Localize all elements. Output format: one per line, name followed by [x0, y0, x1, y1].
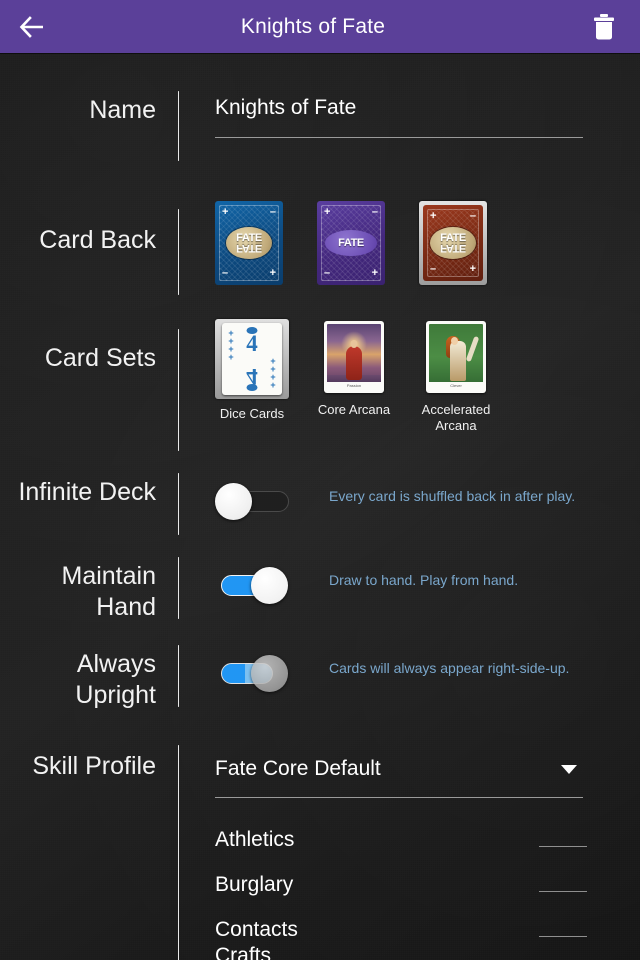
card-back-options: + – – + FATE FATE + – – + FATE + – – + F…: [215, 195, 640, 285]
card-set-art-core-arcana: Passion: [324, 321, 384, 393]
plus-icon: +: [269, 267, 276, 279]
figure: [346, 346, 362, 381]
name-input[interactable]: Knights of Fate: [215, 93, 583, 138]
figure-arm: [466, 335, 480, 362]
row-maintain-hand: Maintain Hand Draw to hand. Play from ha…: [0, 545, 640, 623]
skill-value-input[interactable]: [539, 891, 587, 892]
card-back-art-red: + – – + FATE FATE: [423, 205, 483, 281]
fate-emblem: FATE: [325, 230, 377, 256]
app-bar: Knights of Fate: [0, 0, 640, 53]
card-caption: Passion: [327, 382, 381, 390]
minus-icon: –: [269, 206, 276, 218]
figure: [449, 341, 466, 382]
skill-value-input[interactable]: [539, 846, 587, 847]
card-set-option-core-arcana[interactable]: Passion Core Arcana: [317, 319, 391, 434]
chevron-down-icon: [561, 765, 577, 774]
always-upright-hint: Cards will always appear right-side-up.: [329, 660, 570, 676]
row-card-sets: Card Sets + + + + + + + + 4 4 Dice Cards…: [0, 315, 640, 451]
card-set-thumb-wrap: Clever: [424, 319, 488, 395]
row-infinite-deck: Infinite Deck Every card is shuffled bac…: [0, 461, 640, 535]
settings-screen: Knights of Fate Name Knights of Fate Car…: [0, 0, 640, 960]
skill-name: Athletics: [215, 828, 295, 851]
skill-row: Athletics: [215, 808, 595, 853]
plus-icon: +: [469, 263, 476, 275]
card-back-text-mirror: FATE: [236, 242, 262, 254]
dice-value-mirror: 4: [246, 364, 258, 389]
skill-value-input[interactable]: [539, 936, 587, 937]
always-upright-label: Always Upright: [75, 650, 156, 709]
name-label: Name: [89, 96, 156, 124]
card-set-label: Core Arcana: [317, 402, 391, 417]
skill-name: Crafts: [215, 944, 272, 960]
maintain-hand-toggle[interactable]: [215, 565, 293, 605]
skill-profile-selected-value: Fate Core Default: [215, 757, 381, 780]
always-upright-toggle[interactable]: [215, 653, 293, 693]
skill-name: Burglary: [215, 873, 294, 896]
row-always-upright: Always Upright Cards will always appear …: [0, 633, 640, 711]
core-arcana-art: [327, 324, 381, 390]
page-title: Knights of Fate: [240, 14, 386, 38]
row-name: Name Knights of Fate: [0, 83, 640, 161]
dice-value: 4: [246, 331, 258, 356]
accelerated-arcana-art: [429, 324, 483, 390]
maintain-hand-label: Maintain Hand: [61, 562, 157, 621]
card-back-option-red[interactable]: + – – + FATE FATE: [419, 201, 487, 285]
skill-name: Contacts: [215, 918, 298, 941]
card-sets-options: + + + + + + + + 4 4 Dice Cards Passion C…: [215, 315, 640, 434]
card-set-thumb-wrap: + + + + + + + + 4 4: [215, 319, 289, 399]
maintain-hand-hint: Draw to hand. Play from hand.: [329, 572, 519, 588]
settings-content: Name Knights of Fate Card Back + – – + F…: [0, 83, 640, 960]
card-set-art-accelerated-arcana: Clever: [426, 321, 486, 393]
toggle-knob: [215, 483, 252, 520]
dice-card-art: + + + + + + + + 4 4: [222, 323, 282, 395]
infinite-deck-label: Infinite Deck: [18, 478, 156, 506]
row-card-back: Card Back + – – + FATE FATE + – – + FATE…: [0, 195, 640, 295]
card-set-label: Dice Cards: [219, 406, 285, 421]
infinite-deck-hint: Every card is shuffled back in after pla…: [329, 488, 576, 504]
card-caption: Clever: [429, 382, 483, 390]
fate-emblem: FATE FATE: [226, 227, 272, 259]
back-button[interactable]: [0, 0, 64, 53]
minus-icon: –: [222, 267, 229, 279]
card-back-label: Card Back: [39, 226, 156, 254]
card-back-art-purple: + – – + FATE: [317, 201, 385, 285]
skill-list: Athletics Burglary Contacts Crafts: [215, 808, 595, 960]
row-skill-profile: Skill Profile Fate Core Default Athletic…: [0, 733, 640, 960]
fate-emblem: FATE FATE: [430, 227, 476, 259]
card-back-art-blue: + – – + FATE FATE: [215, 201, 283, 285]
skill-profile-select[interactable]: Fate Core Default: [215, 755, 583, 798]
toggle-knob: [251, 567, 288, 604]
infinite-deck-toggle[interactable]: [215, 481, 293, 521]
plus-icon: +: [222, 206, 229, 218]
card-set-label: Accelerated Arcana: [421, 402, 491, 433]
skill-row: Burglary: [215, 853, 595, 898]
card-back-text: FATE: [338, 237, 364, 249]
card-back-option-purple[interactable]: + – – + FATE: [317, 201, 385, 285]
minus-icon: –: [324, 267, 331, 279]
card-set-art-dice: + + + + + + + + 4 4: [222, 323, 282, 395]
plus-icon: +: [324, 206, 331, 218]
card-back-text-mirror: FATE: [440, 242, 466, 254]
card-set-thumb-wrap: Passion: [322, 319, 386, 395]
trash-icon: [594, 13, 614, 39]
arrow-left-icon: [19, 15, 43, 38]
minus-icon: –: [371, 206, 378, 218]
minus-icon: –: [430, 263, 437, 275]
delete-button[interactable]: [568, 0, 640, 53]
plus-icon: +: [371, 267, 378, 279]
minus-icon: –: [469, 210, 476, 222]
plus-icon: +: [430, 210, 437, 222]
card-set-option-dice-cards[interactable]: + + + + + + + + 4 4 Dice Cards: [215, 319, 289, 434]
card-set-option-accelerated-arcana[interactable]: Clever Accelerated Arcana: [419, 319, 493, 434]
card-sets-label: Card Sets: [44, 344, 156, 372]
card-back-option-blue[interactable]: + – – + FATE FATE: [215, 201, 283, 285]
skill-row: Crafts: [215, 943, 595, 960]
skill-profile-label: Skill Profile: [32, 752, 156, 780]
figure-head: [350, 339, 358, 348]
skill-row: Contacts: [215, 898, 595, 943]
toggle-knob: [251, 655, 288, 692]
